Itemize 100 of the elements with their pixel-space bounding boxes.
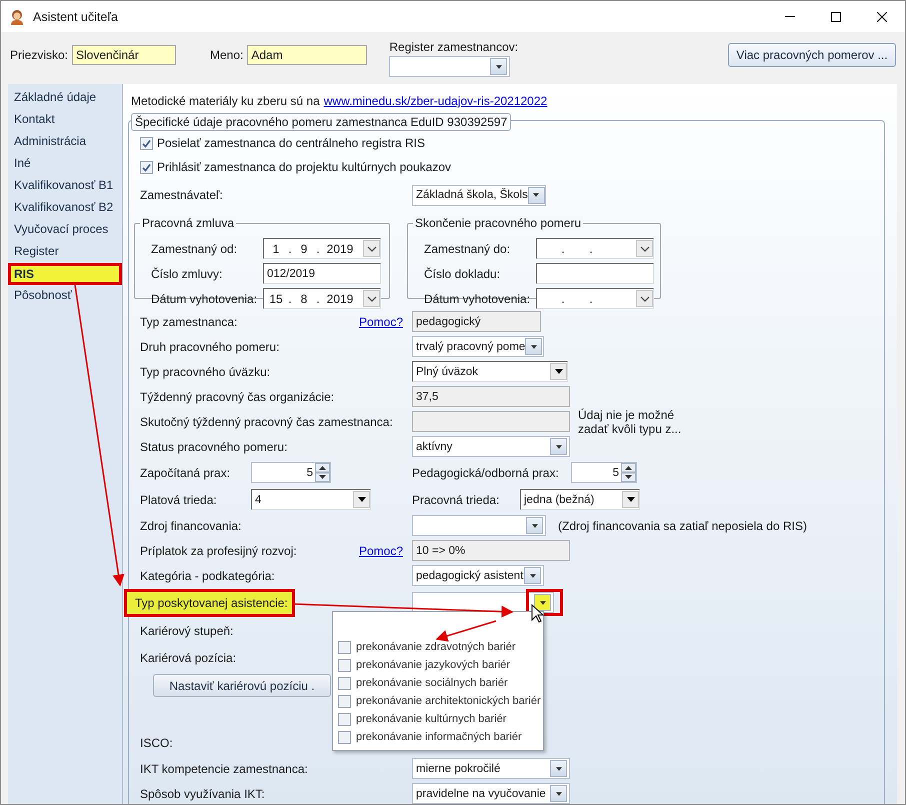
field-label: Príplatok za profesijný rozvoj: <box>140 544 297 558</box>
dropdown-button[interactable] <box>550 785 567 802</box>
sidebar-item[interactable]: Kvalifikovanosť B1 <box>8 175 122 197</box>
dropdown-arrow-icon <box>532 524 538 528</box>
field-label: Dátum vyhotovenia: <box>424 292 530 306</box>
combo-box[interactable]: trvalý pracovný pome <box>412 336 544 357</box>
help-link[interactable]: Pomoc? <box>358 314 403 328</box>
field-label: Priezvisko: <box>10 48 68 62</box>
date-part: . <box>589 242 593 256</box>
dropdown-button[interactable] <box>525 338 542 355</box>
checkbox[interactable] <box>338 730 351 744</box>
dropdown-arrow-icon <box>556 766 562 770</box>
field-label: Týždenný pracovný čas organizácie: <box>140 390 334 404</box>
sidebar-item[interactable]: Kontakt <box>8 109 122 131</box>
dropdown-option[interactable]: prekonávanie jazykových bariér <box>333 656 543 674</box>
dropdown-option[interactable]: prekonávanie architektonických bariér <box>333 692 543 710</box>
more-employments-button[interactable]: Viac pracovných pomerov ... <box>728 43 896 67</box>
group-title: Skončenie pracovného pomeru <box>413 216 584 230</box>
field-label: Platová trieda: <box>140 492 217 506</box>
dropdown-option[interactable]: prekonávanie informačných bariér <box>333 728 543 746</box>
date-picker-button[interactable] <box>636 290 653 307</box>
date-part: . <box>561 292 565 306</box>
sidebar-item[interactable]: Register <box>8 241 122 263</box>
text-field[interactable] <box>536 263 654 284</box>
date-part: . <box>288 242 292 256</box>
checkbox[interactable] <box>338 640 351 654</box>
date-field[interactable]: . . <box>536 288 654 309</box>
sidebar-item[interactable]: Základné údaje <box>8 87 122 109</box>
checkbox[interactable] <box>338 694 351 708</box>
spin-buttons-icon[interactable] <box>621 463 636 482</box>
dropdown-button[interactable] <box>353 491 370 508</box>
checkbox[interactable] <box>140 160 153 174</box>
date-part: 1 <box>272 242 280 256</box>
spin-buttons-icon[interactable] <box>315 463 330 482</box>
date-picker-button[interactable] <box>363 290 380 307</box>
checkbox-label: Prihlásiť zamestnanca do projektu kultúrnych poukazov <box>157 160 451 174</box>
dropdown-button[interactable] <box>528 186 545 204</box>
dropdown-arrow-icon <box>533 193 540 197</box>
field-label: Register zamestnancov: <box>389 40 518 54</box>
dropdown-button[interactable] <box>550 438 567 455</box>
dropdown-arrow-icon <box>556 444 562 448</box>
dropdown-button[interactable] <box>490 58 508 75</box>
group-title: Špecifické údaje pracovného pomeru zamestnanca EduID 930392597 <box>131 113 512 131</box>
sidebar-item[interactable]: Pôsobnosť <box>8 285 122 307</box>
combo-box[interactable]: Základná škola, Škols <box>412 184 546 206</box>
combo-box[interactable]: pravidelne na vyučovanie <box>412 783 570 804</box>
surname-field[interactable]: Slovenčinár <box>72 45 176 65</box>
field-label: Zamestnávateľ: <box>140 188 223 202</box>
dropdown-option[interactable]: prekonávanie kultúrnych bariér <box>333 710 543 728</box>
date-field[interactable]: 1 . 9 . 2019 <box>263 238 381 259</box>
field-label: Dátum vyhotovenia: <box>151 292 258 306</box>
dropdown-button[interactable] <box>550 760 567 777</box>
dropdown-field[interactable]: 4 <box>251 489 371 510</box>
dropdown-button[interactable] <box>622 491 639 508</box>
field-label: Kariérový stupeň: <box>140 624 234 638</box>
field-label: Typ zamestnanca: <box>140 314 238 328</box>
number-field[interactable]: 5 <box>571 462 637 483</box>
sidebar-item[interactable]: Kvalifikovanosť B2 <box>8 197 122 219</box>
dropdown-option[interactable]: prekonávanie sociálnych bariér <box>333 674 543 692</box>
date-field[interactable]: 15 . 8 . 2019 <box>263 288 381 309</box>
checkbox[interactable] <box>338 712 351 726</box>
date-part: . <box>316 242 320 256</box>
checkbox[interactable] <box>338 658 351 672</box>
dropdown-field[interactable]: Plný úväzok <box>412 361 568 382</box>
sidebar-item[interactable]: Iné <box>8 153 122 175</box>
combo-box[interactable]: aktívny <box>412 436 570 457</box>
date-field[interactable]: . . <box>536 238 654 259</box>
minimize-icon <box>785 16 795 17</box>
dropdown-button[interactable] <box>526 517 543 534</box>
dropdown-arrow-icon <box>496 64 502 68</box>
date-picker-button[interactable] <box>363 240 380 257</box>
chevron-down-icon <box>366 296 376 302</box>
field-label: Započítaná prax: <box>140 466 230 480</box>
dropdown-field[interactable]: jedna (bežná) <box>520 489 640 510</box>
text-field[interactable]: 012/2019 <box>263 263 381 284</box>
name-field[interactable]: Adam <box>247 45 368 65</box>
close-icon <box>877 12 887 22</box>
sidebar-item[interactable]: Administrácia <box>8 131 122 153</box>
date-picker-button[interactable] <box>636 240 653 257</box>
group-title: Pracovná zmluva <box>140 216 236 230</box>
checkmark-icon <box>142 138 151 148</box>
help-link[interactable]: Pomoc? <box>358 544 403 558</box>
chevron-down-icon <box>366 246 376 252</box>
field-label: Meno: <box>210 48 244 62</box>
sidebar-item[interactable]: RIS <box>8 263 122 285</box>
set-position-button[interactable]: Nastaviť kariérovú pozíciu . <box>153 674 331 697</box>
sidebar-item[interactable]: Vyučovací proces <box>8 219 122 241</box>
dropdown-option[interactable]: prekonávanie zdravotných bariér <box>333 638 543 656</box>
dropdown-button[interactable] <box>534 594 551 611</box>
combo-box[interactable]: pedagogický asistent <box>412 565 544 586</box>
readonly-field: 10 => 0% <box>412 540 570 561</box>
combo-box[interactable]: mierne pokročilé <box>412 758 570 779</box>
date-part: 15 <box>269 292 283 306</box>
checkbox[interactable] <box>140 136 153 150</box>
number-field[interactable]: 5 <box>251 462 331 483</box>
dropdown-button[interactable] <box>524 567 541 584</box>
info-link[interactable]: www.minedu.sk/zber-udajov-ris-20212022 <box>324 94 548 116</box>
checkbox[interactable] <box>338 676 351 690</box>
dropdown-button[interactable] <box>550 363 567 380</box>
field-label: Typ pracovného úväzku: <box>140 364 270 378</box>
